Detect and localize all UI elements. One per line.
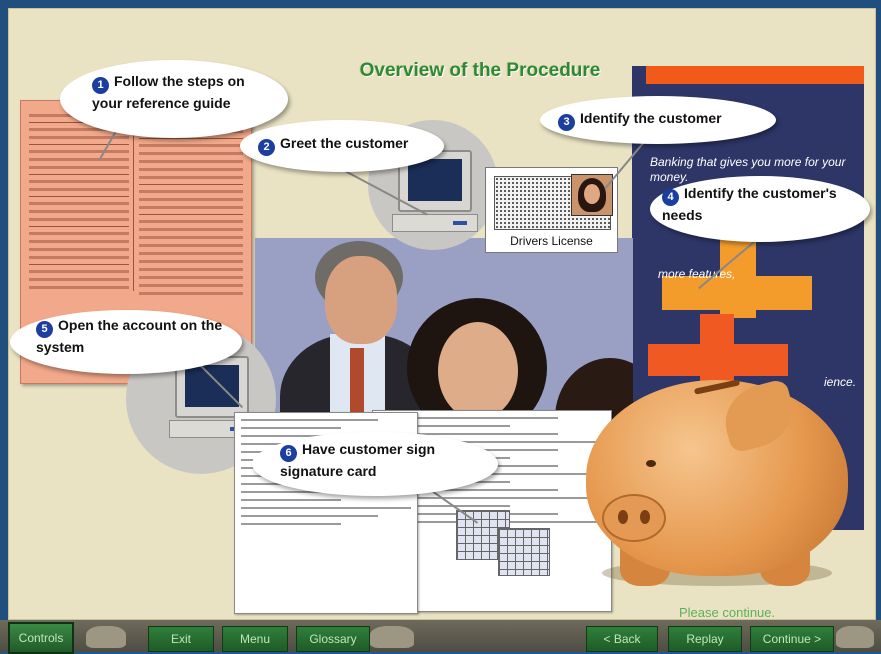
step-number-1: 1 (92, 77, 109, 94)
step-bubble-1: 1 Follow the steps on your reference guid… (60, 60, 288, 138)
step-bubble-4: 4 Identify the customer's needs (650, 176, 870, 242)
license-photo (571, 174, 613, 216)
step-number-3: 3 (558, 114, 575, 131)
step-bubble-5: 5 Open the account on the system (10, 310, 242, 374)
step-text-6: Have customer sign signature card (280, 441, 436, 479)
step-number-2: 2 (258, 139, 275, 156)
menu-button[interactable]: Menu (222, 626, 288, 652)
step-bubble-2: 2 Greet the customer (240, 120, 444, 172)
step-text-4: Identify the customer's needs (662, 185, 837, 223)
brochure-ience: ience. (824, 375, 857, 389)
replay-button[interactable]: Replay (668, 626, 742, 652)
ornament-icon (370, 626, 414, 648)
step-text-2: Greet the customer (280, 135, 409, 151)
form-detail-grid (498, 528, 550, 576)
ornament-icon (86, 626, 126, 648)
navigation-bar (0, 620, 881, 652)
exit-button[interactable]: Exit (148, 626, 214, 652)
piggy-bank-icon (586, 380, 848, 576)
page-title: Overview of the Procedure (359, 60, 601, 81)
continue-button[interactable]: Continue > (750, 626, 834, 652)
back-button[interactable]: < Back (586, 626, 658, 652)
pig-snout (602, 494, 666, 542)
step-bubble-3: 3 Identify the customer (540, 96, 776, 144)
drivers-license-card: Drivers License (485, 167, 618, 253)
controls-button[interactable]: Controls (8, 622, 74, 654)
brochure-more-features: more features, (658, 267, 736, 281)
step-number-4: 4 (662, 189, 679, 206)
license-caption: Drivers License (510, 234, 593, 248)
ornament-icon (836, 626, 874, 648)
step-text-1: Follow the steps on your reference guide (92, 73, 245, 111)
glossary-button[interactable]: Glossary (296, 626, 370, 652)
status-message: Please continue. (679, 605, 776, 620)
step-number-6: 6 (280, 445, 297, 462)
step-text-5: Open the account on the system (36, 317, 223, 355)
step-bubble-6: 6 Have customer sign signature card (252, 432, 498, 496)
step-number-5: 5 (36, 321, 53, 338)
step-text-3: Identify the customer (580, 110, 722, 126)
pig-eye (646, 460, 656, 467)
